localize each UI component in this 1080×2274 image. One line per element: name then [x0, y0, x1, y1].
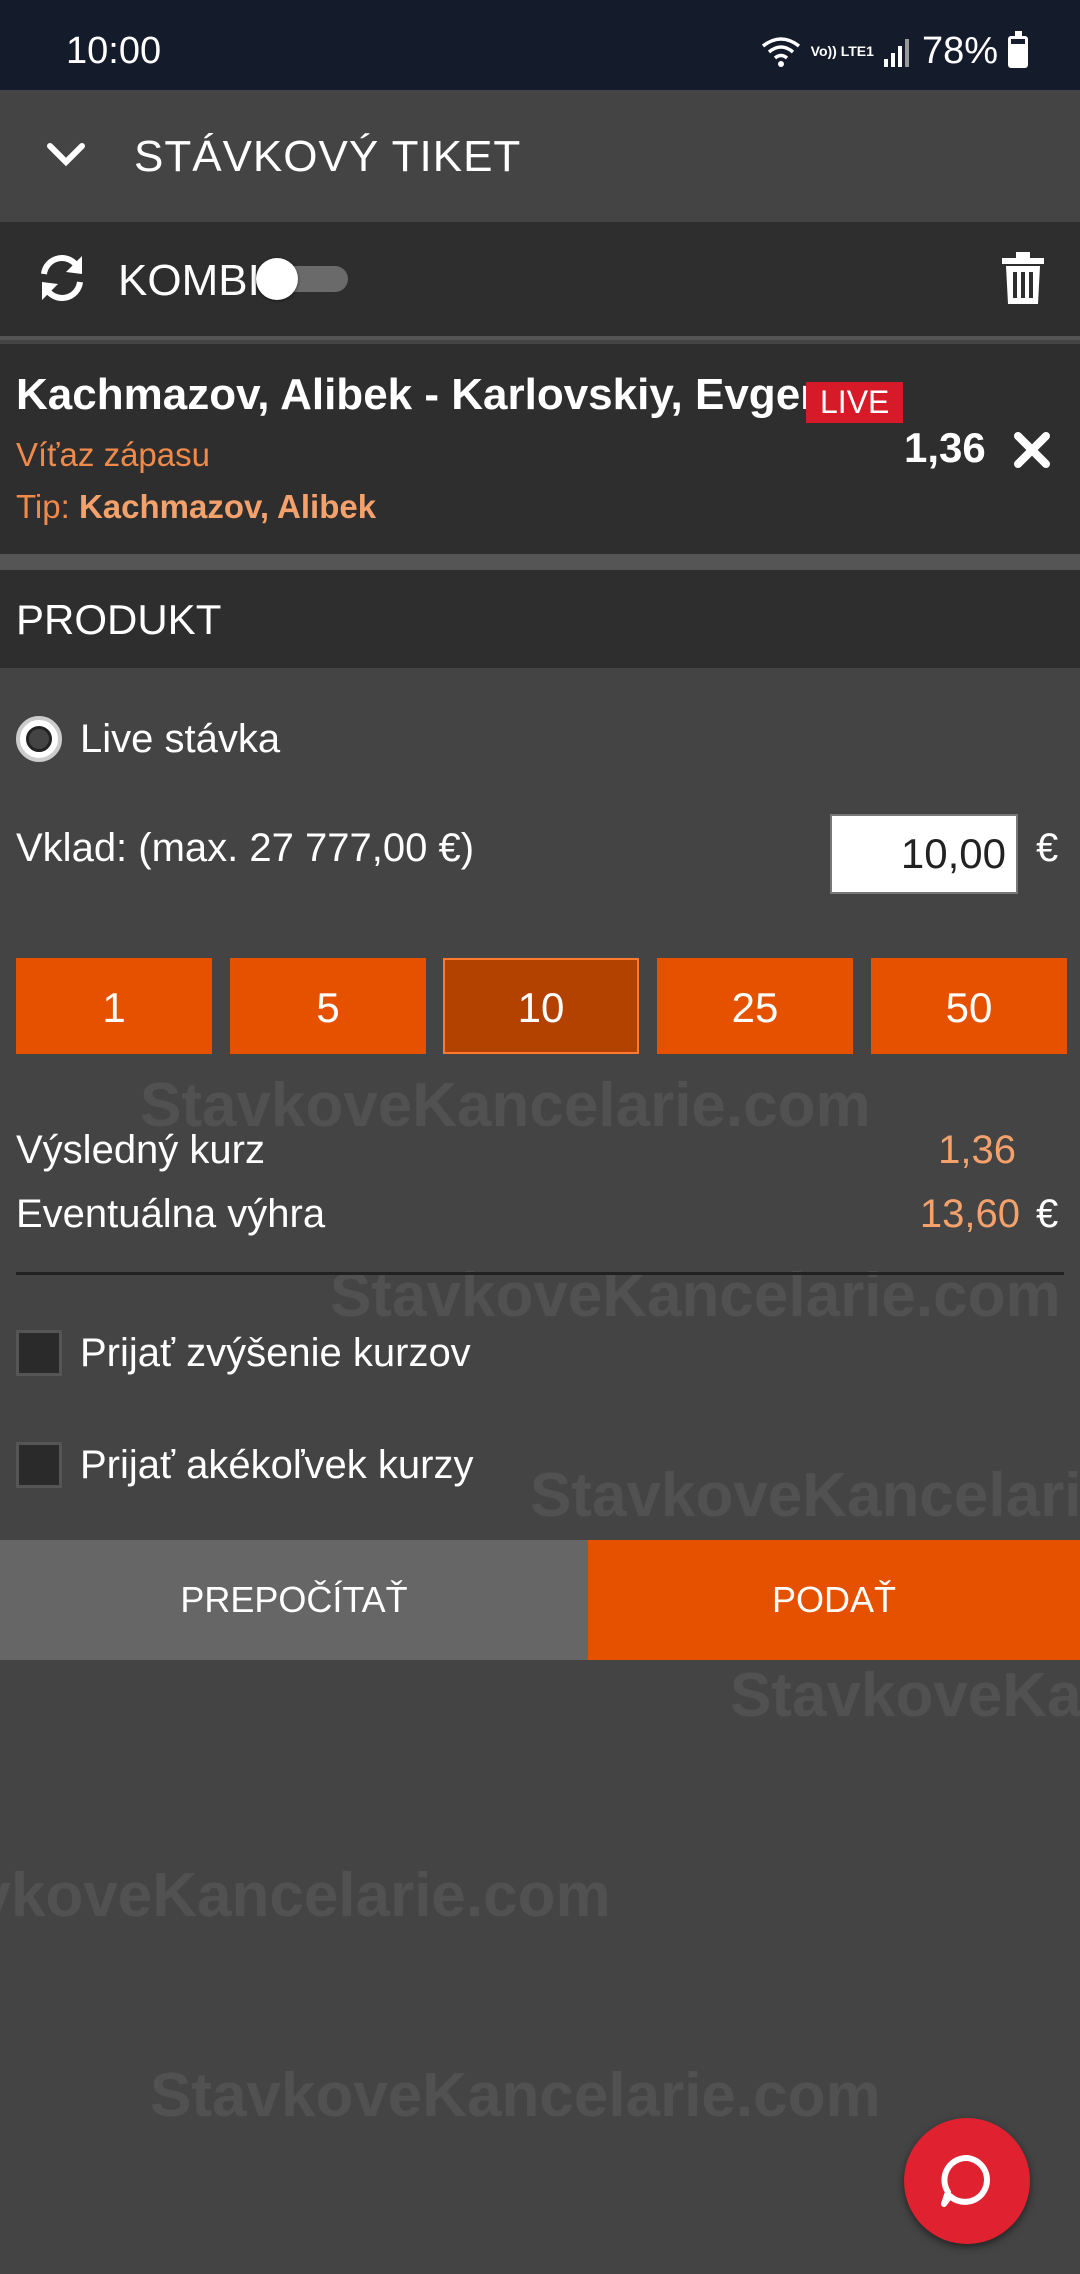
- submit-button[interactable]: PODAŤ: [588, 1540, 1080, 1660]
- bet-odds: 1,36: [904, 424, 986, 471]
- potential-win-label: Eventuálna výhra: [16, 1192, 326, 1236]
- recalculate-button[interactable]: PREPOČÍTAŤ: [0, 1540, 588, 1660]
- chevron-down-icon[interactable]: [46, 142, 86, 168]
- radio-label: Live stávka: [80, 716, 281, 761]
- trash-icon[interactable]: [1000, 252, 1046, 304]
- quick-stake-1[interactable]: 1: [16, 958, 212, 1054]
- quick-stake-25[interactable]: 25: [657, 958, 853, 1054]
- stake-currency: €: [1036, 826, 1059, 870]
- radio-icon[interactable]: [16, 716, 62, 762]
- win-currency: €: [1036, 1192, 1059, 1236]
- signal-icon: [883, 38, 909, 67]
- total-odds-value: 1,36: [938, 1128, 1016, 1172]
- watermark: StavkoveKancelarie.com: [330, 1261, 1061, 1330]
- produkt-section: PRODUKT: [0, 570, 1080, 668]
- chat-icon: [941, 2154, 990, 2207]
- status-bar: 10:00 Vo)) LTE1 78%: [0, 0, 1080, 90]
- battery-percent: 78%: [921, 30, 998, 72]
- checkbox-icon[interactable]: [16, 1330, 62, 1376]
- network-label: Vo)) LTE1: [810, 43, 874, 59]
- betslip-header[interactable]: STÁVKOVÝ TIKET: [0, 90, 1080, 222]
- watermark: StavkoveKancelarie.com: [0, 1861, 611, 1930]
- kombi-label: KOMBI: [118, 256, 260, 305]
- potential-win-value: 13,60: [919, 1192, 1020, 1236]
- wifi-icon: [761, 36, 800, 67]
- page-title: STÁVKOVÝ TIKET: [134, 132, 522, 181]
- chat-button[interactable]: [904, 2118, 1030, 2244]
- watermark: StavkoveKancelarie.com: [530, 1461, 1080, 1530]
- stake-label: Vklad: (max. 27 777,00 €): [16, 826, 475, 870]
- quick-stake-50[interactable]: 50: [871, 958, 1067, 1054]
- produkt-title: PRODUKT: [16, 596, 222, 643]
- kombi-bar: KOMBI: [0, 222, 1080, 340]
- kombi-toggle[interactable]: [256, 258, 348, 300]
- close-icon[interactable]: [1012, 430, 1052, 470]
- accept-any-label: Prijať akékoľvek kurzy: [80, 1442, 474, 1487]
- status-time: 10:00: [66, 30, 162, 72]
- live-badge: LIVE: [806, 382, 904, 423]
- tip-value: Kachmazov, Alibek: [78, 488, 377, 525]
- quick-stake-5[interactable]: 5: [230, 958, 426, 1054]
- battery-icon: [1008, 30, 1028, 68]
- watermark: StavkoveKancelarie.com: [730, 1661, 1080, 1730]
- bet-selection: Kachmazov, Alibek - Karlovskiy, Evgeny L…: [0, 344, 1080, 554]
- quick-stake-10[interactable]: 10: [443, 958, 639, 1054]
- divider: [16, 1272, 1064, 1275]
- live-bet-radio[interactable]: Live stávka: [16, 716, 280, 762]
- market-name: Víťaz zápasu: [16, 436, 210, 473]
- accept-increase-label: Prijať zvýšenie kurzov: [80, 1330, 471, 1375]
- status-icons: Vo)) LTE1 78%: [761, 30, 1028, 73]
- watermark: StavkoveKancelarie.com: [150, 2061, 881, 2130]
- stake-input[interactable]: 10,00: [830, 814, 1018, 894]
- divider: [0, 554, 1080, 570]
- refresh-icon[interactable]: [36, 252, 88, 304]
- checkbox-icon[interactable]: [16, 1442, 62, 1488]
- tip-line: Tip: Kachmazov, Alibek: [16, 488, 376, 526]
- tip-label: Tip:: [16, 488, 70, 525]
- accept-any-checkbox[interactable]: Prijať akékoľvek kurzy: [16, 1442, 473, 1488]
- accept-increase-checkbox[interactable]: Prijať zvýšenie kurzov: [16, 1330, 471, 1376]
- match-name: Kachmazov, Alibek - Karlovskiy, Evgeny: [16, 370, 852, 419]
- total-odds-label: Výsledný kurz: [16, 1128, 265, 1172]
